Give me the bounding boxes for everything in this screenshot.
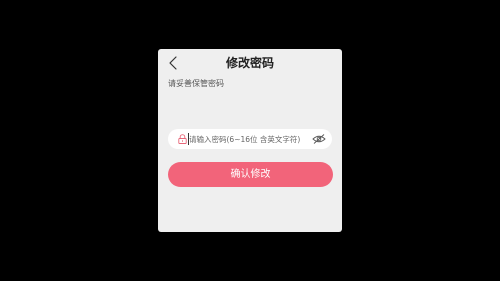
- password-field[interactable]: [168, 129, 332, 149]
- page-title: 修改密码: [225, 56, 274, 70]
- dialog-header: 修改密码: [158, 49, 342, 77]
- eye-hidden-icon: [312, 133, 326, 145]
- change-password-dialog: 修改密码 请妥善保管密码 确认修改: [158, 49, 342, 232]
- toggle-visibility-button[interactable]: [312, 133, 326, 145]
- subtitle-text: 请妥善保管密码: [168, 79, 224, 88]
- confirm-change-button[interactable]: 确认修改: [168, 162, 333, 187]
- screen: 修改密码 请妥善保管密码 确认修改: [0, 0, 500, 281]
- lock-icon: [178, 134, 187, 144]
- password-input[interactable]: [189, 131, 309, 147]
